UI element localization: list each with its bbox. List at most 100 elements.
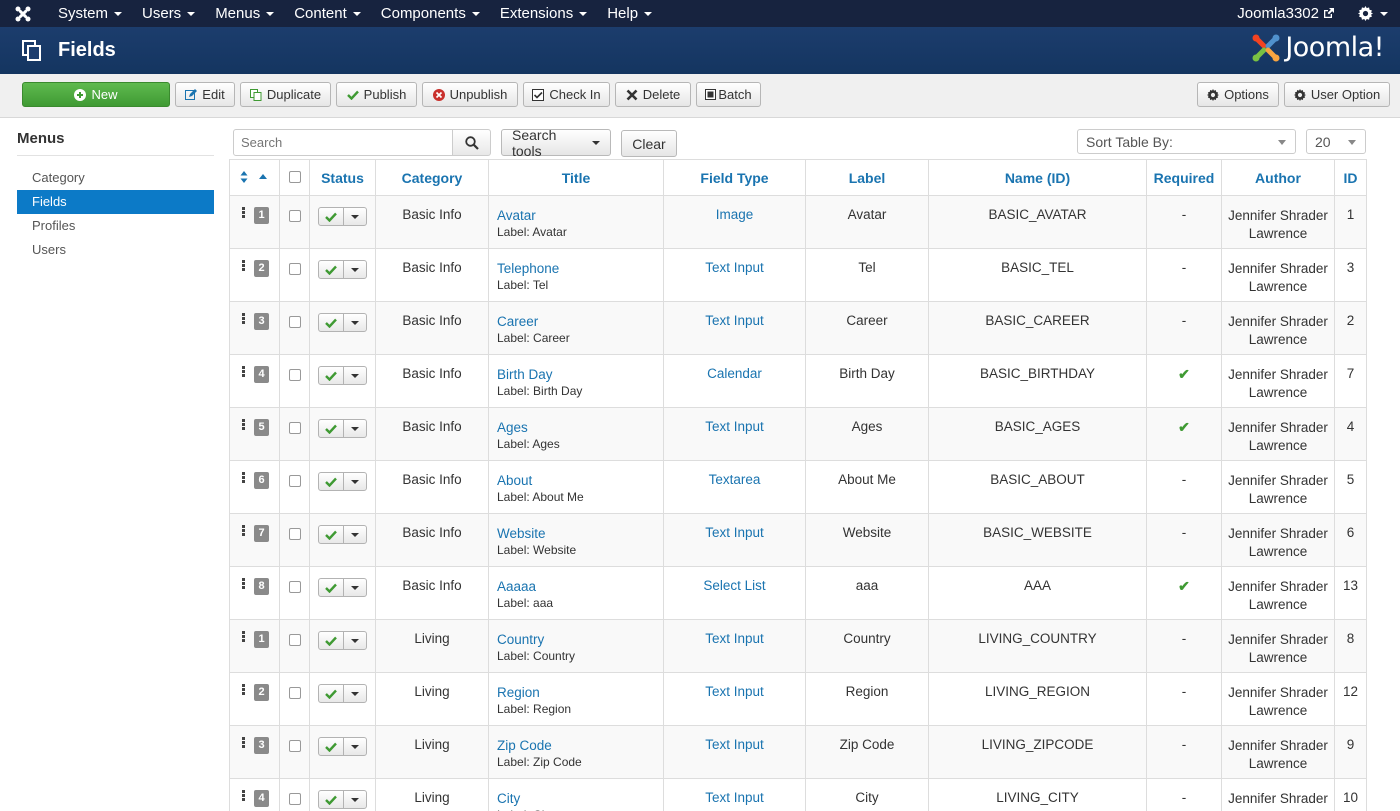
published-check-icon[interactable] (319, 367, 344, 384)
field-type-link[interactable]: Image (716, 207, 754, 222)
status-dropdown-toggle[interactable] (344, 791, 366, 808)
status-dropdown-toggle[interactable] (344, 420, 366, 437)
delete-button[interactable]: Delete (615, 82, 691, 107)
field-type-link[interactable]: Text Input (705, 525, 764, 540)
category-header[interactable]: Category (375, 159, 489, 196)
title-link[interactable]: Zip Code (497, 737, 663, 754)
select-all-checkbox[interactable] (288, 170, 301, 183)
published-check-icon[interactable] (319, 738, 344, 755)
checkin-button[interactable]: Check In (523, 82, 610, 107)
status-dropdown-toggle[interactable] (344, 738, 366, 755)
list-limit-select[interactable]: 20 (1306, 129, 1366, 154)
row-checkbox[interactable] (288, 422, 301, 434)
field-type-link[interactable]: Text Input (705, 684, 764, 699)
label-header[interactable]: Label (805, 159, 929, 196)
row-checkbox[interactable] (288, 475, 301, 487)
row-checkbox[interactable] (288, 581, 301, 593)
select-all-header[interactable] (279, 159, 310, 196)
title-link[interactable]: Region (497, 684, 663, 701)
options-button[interactable]: Options (1197, 82, 1279, 107)
status-dropdown-toggle[interactable] (344, 367, 366, 384)
row-checkbox[interactable] (288, 528, 301, 540)
row-checkbox[interactable] (288, 210, 301, 222)
status-dropdown-toggle[interactable] (344, 261, 366, 278)
ordering-header[interactable] (229, 159, 280, 196)
author-header[interactable]: Author (1221, 159, 1335, 196)
row-checkbox[interactable] (288, 740, 301, 752)
sidebar-item-fields[interactable]: Fields (17, 190, 214, 214)
menu-users[interactable]: Users (130, 0, 203, 27)
drag-handle-icon[interactable] (242, 313, 245, 325)
field-type-link[interactable]: Calendar (707, 366, 762, 381)
sidebar-item-category[interactable]: Category (17, 166, 214, 190)
status-toggle[interactable] (318, 631, 367, 650)
status-header[interactable]: Status (309, 159, 376, 196)
status-toggle[interactable] (318, 737, 367, 756)
published-check-icon[interactable] (319, 685, 344, 702)
drag-handle-icon[interactable] (242, 525, 245, 537)
title-header[interactable]: Title (488, 159, 664, 196)
field-type-link[interactable]: Text Input (705, 260, 764, 275)
status-toggle[interactable] (318, 207, 367, 226)
sidebar-item-profiles[interactable]: Profiles (17, 214, 214, 238)
title-link[interactable]: Country (497, 631, 663, 648)
published-check-icon[interactable] (319, 314, 344, 331)
title-link[interactable]: Aaaaa (497, 578, 663, 595)
search-button[interactable] (452, 129, 491, 156)
title-link[interactable]: Career (497, 313, 663, 330)
status-dropdown-toggle[interactable] (344, 685, 366, 702)
publish-button[interactable]: Publish (336, 82, 417, 107)
status-toggle[interactable] (318, 419, 367, 438)
field-type-header[interactable]: Field Type (663, 159, 806, 196)
drag-handle-icon[interactable] (242, 790, 245, 802)
user-option-button[interactable]: User Option (1284, 82, 1390, 107)
published-check-icon[interactable] (319, 632, 344, 649)
row-checkbox[interactable] (288, 793, 301, 805)
drag-handle-icon[interactable] (242, 260, 245, 272)
row-checkbox[interactable] (288, 316, 301, 328)
title-link[interactable]: Birth Day (497, 366, 663, 383)
new-button[interactable]: New (22, 82, 170, 107)
joomla-logo-icon[interactable] (0, 0, 46, 27)
field-type-link[interactable]: Text Input (705, 790, 764, 805)
drag-handle-icon[interactable] (242, 684, 245, 696)
status-toggle[interactable] (318, 366, 367, 385)
row-checkbox[interactable] (288, 263, 301, 275)
field-type-link[interactable]: Text Input (705, 631, 764, 646)
field-type-link[interactable]: Textarea (709, 472, 761, 487)
field-type-link[interactable]: Text Input (705, 737, 764, 752)
row-checkbox[interactable] (288, 687, 301, 699)
status-dropdown-toggle[interactable] (344, 526, 366, 543)
published-check-icon[interactable] (319, 579, 344, 596)
status-toggle[interactable] (318, 525, 367, 544)
title-link[interactable]: Ages (497, 419, 663, 436)
status-dropdown-toggle[interactable] (344, 208, 366, 225)
drag-handle-icon[interactable] (242, 419, 245, 431)
drag-handle-icon[interactable] (242, 472, 245, 484)
drag-handle-icon[interactable] (242, 631, 245, 643)
user-settings-menu[interactable] (1358, 6, 1388, 21)
title-link[interactable]: Avatar (497, 207, 663, 224)
field-type-link[interactable]: Text Input (705, 313, 764, 328)
sort-table-select[interactable]: Sort Table By: (1077, 129, 1296, 154)
field-type-link[interactable]: Text Input (705, 419, 764, 434)
status-dropdown-toggle[interactable] (344, 314, 366, 331)
site-link[interactable]: Joomla3302 (1237, 5, 1334, 22)
search-input[interactable] (233, 129, 453, 156)
published-check-icon[interactable] (319, 261, 344, 278)
published-check-icon[interactable] (319, 473, 344, 490)
duplicate-button[interactable]: Duplicate (240, 82, 331, 107)
name-id-header[interactable]: Name (ID) (928, 159, 1147, 196)
status-toggle[interactable] (318, 684, 367, 703)
published-check-icon[interactable] (319, 420, 344, 437)
drag-handle-icon[interactable] (242, 366, 245, 378)
drag-handle-icon[interactable] (242, 207, 245, 219)
published-check-icon[interactable] (319, 791, 344, 808)
status-dropdown-toggle[interactable] (344, 473, 366, 490)
clear-button[interactable]: Clear (621, 130, 677, 157)
status-toggle[interactable] (318, 790, 367, 809)
unpublish-button[interactable]: Unpublish (422, 82, 518, 107)
published-check-icon[interactable] (319, 526, 344, 543)
batch-button[interactable]: Batch (696, 82, 761, 107)
status-toggle[interactable] (318, 472, 367, 491)
